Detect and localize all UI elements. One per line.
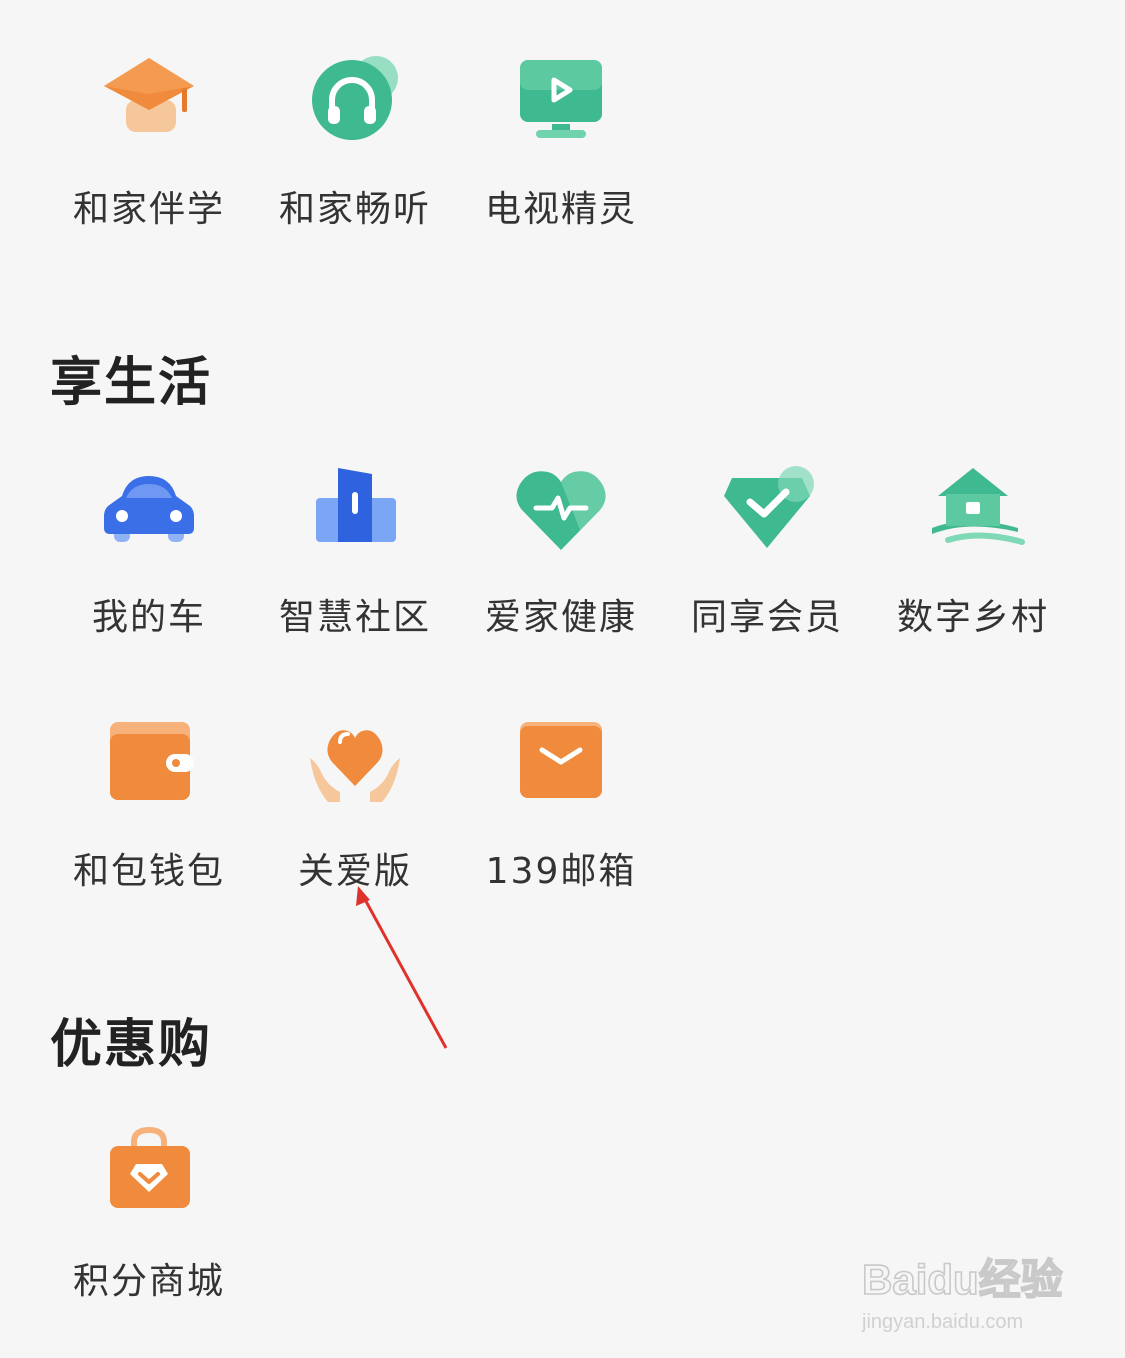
section-title-life: 享生活 bbox=[50, 353, 213, 413]
app-hejia-changting[interactable]: 和家畅听 bbox=[252, 50, 458, 232]
app-hejia-banxue[interactable]: 和家伴学 bbox=[46, 50, 252, 232]
section-title-deals: 优惠购 bbox=[50, 1015, 213, 1075]
tv-play-icon bbox=[520, 60, 602, 138]
headphones-icon bbox=[312, 56, 398, 140]
member-check-icon bbox=[724, 466, 814, 548]
mail-icon bbox=[520, 722, 602, 798]
care-hands-heart-icon bbox=[310, 730, 400, 802]
app-label: 和家畅听 bbox=[278, 189, 431, 230]
village-house-icon bbox=[932, 468, 1025, 545]
app-label: 积分商城 bbox=[72, 1261, 225, 1302]
community-building-icon bbox=[316, 468, 396, 542]
app-hebao-wallet[interactable]: 和包钱包 bbox=[46, 712, 252, 894]
app-smart-community[interactable]: 智慧社区 bbox=[252, 458, 458, 640]
app-care-edition[interactable]: 关爱版 bbox=[252, 712, 458, 894]
graduation-cap-icon bbox=[104, 58, 194, 132]
app-label: 智慧社区 bbox=[278, 597, 431, 638]
app-label: 数字乡村 bbox=[896, 597, 1049, 638]
app-tv-jingling[interactable]: 电视精灵 bbox=[458, 50, 664, 232]
annotation-arrow bbox=[356, 886, 448, 1049]
app-label: 同享会员 bbox=[690, 597, 843, 638]
baidu-watermark: Baidu经验 jingyan.baidu.com bbox=[861, 1255, 1063, 1333]
app-points-mall[interactable]: 积分商城 bbox=[46, 1122, 252, 1304]
app-label: 我的车 bbox=[91, 597, 206, 638]
app-digital-village[interactable]: 数字乡村 bbox=[870, 458, 1076, 640]
app-aijia-health[interactable]: 爱家健康 bbox=[458, 458, 664, 640]
app-my-car[interactable]: 我的车 bbox=[46, 458, 252, 640]
watermark-brand: Baidu经验 bbox=[862, 1256, 1063, 1303]
health-heart-icon bbox=[516, 471, 606, 550]
app-label: 和包钱包 bbox=[72, 851, 225, 892]
app-label: 爱家健康 bbox=[484, 597, 637, 638]
app-shared-member[interactable]: 同享会员 bbox=[664, 458, 870, 640]
shopping-bag-icon bbox=[110, 1126, 190, 1208]
watermark-url: jingyan.baidu.com bbox=[861, 1311, 1023, 1333]
app-label: 139邮箱 bbox=[485, 851, 637, 892]
app-label: 和家伴学 bbox=[72, 189, 225, 230]
car-icon bbox=[104, 476, 194, 542]
app-label: 电视精灵 bbox=[484, 189, 637, 230]
app-139-mail[interactable]: 139邮箱 bbox=[458, 712, 664, 894]
wallet-icon bbox=[110, 722, 194, 800]
